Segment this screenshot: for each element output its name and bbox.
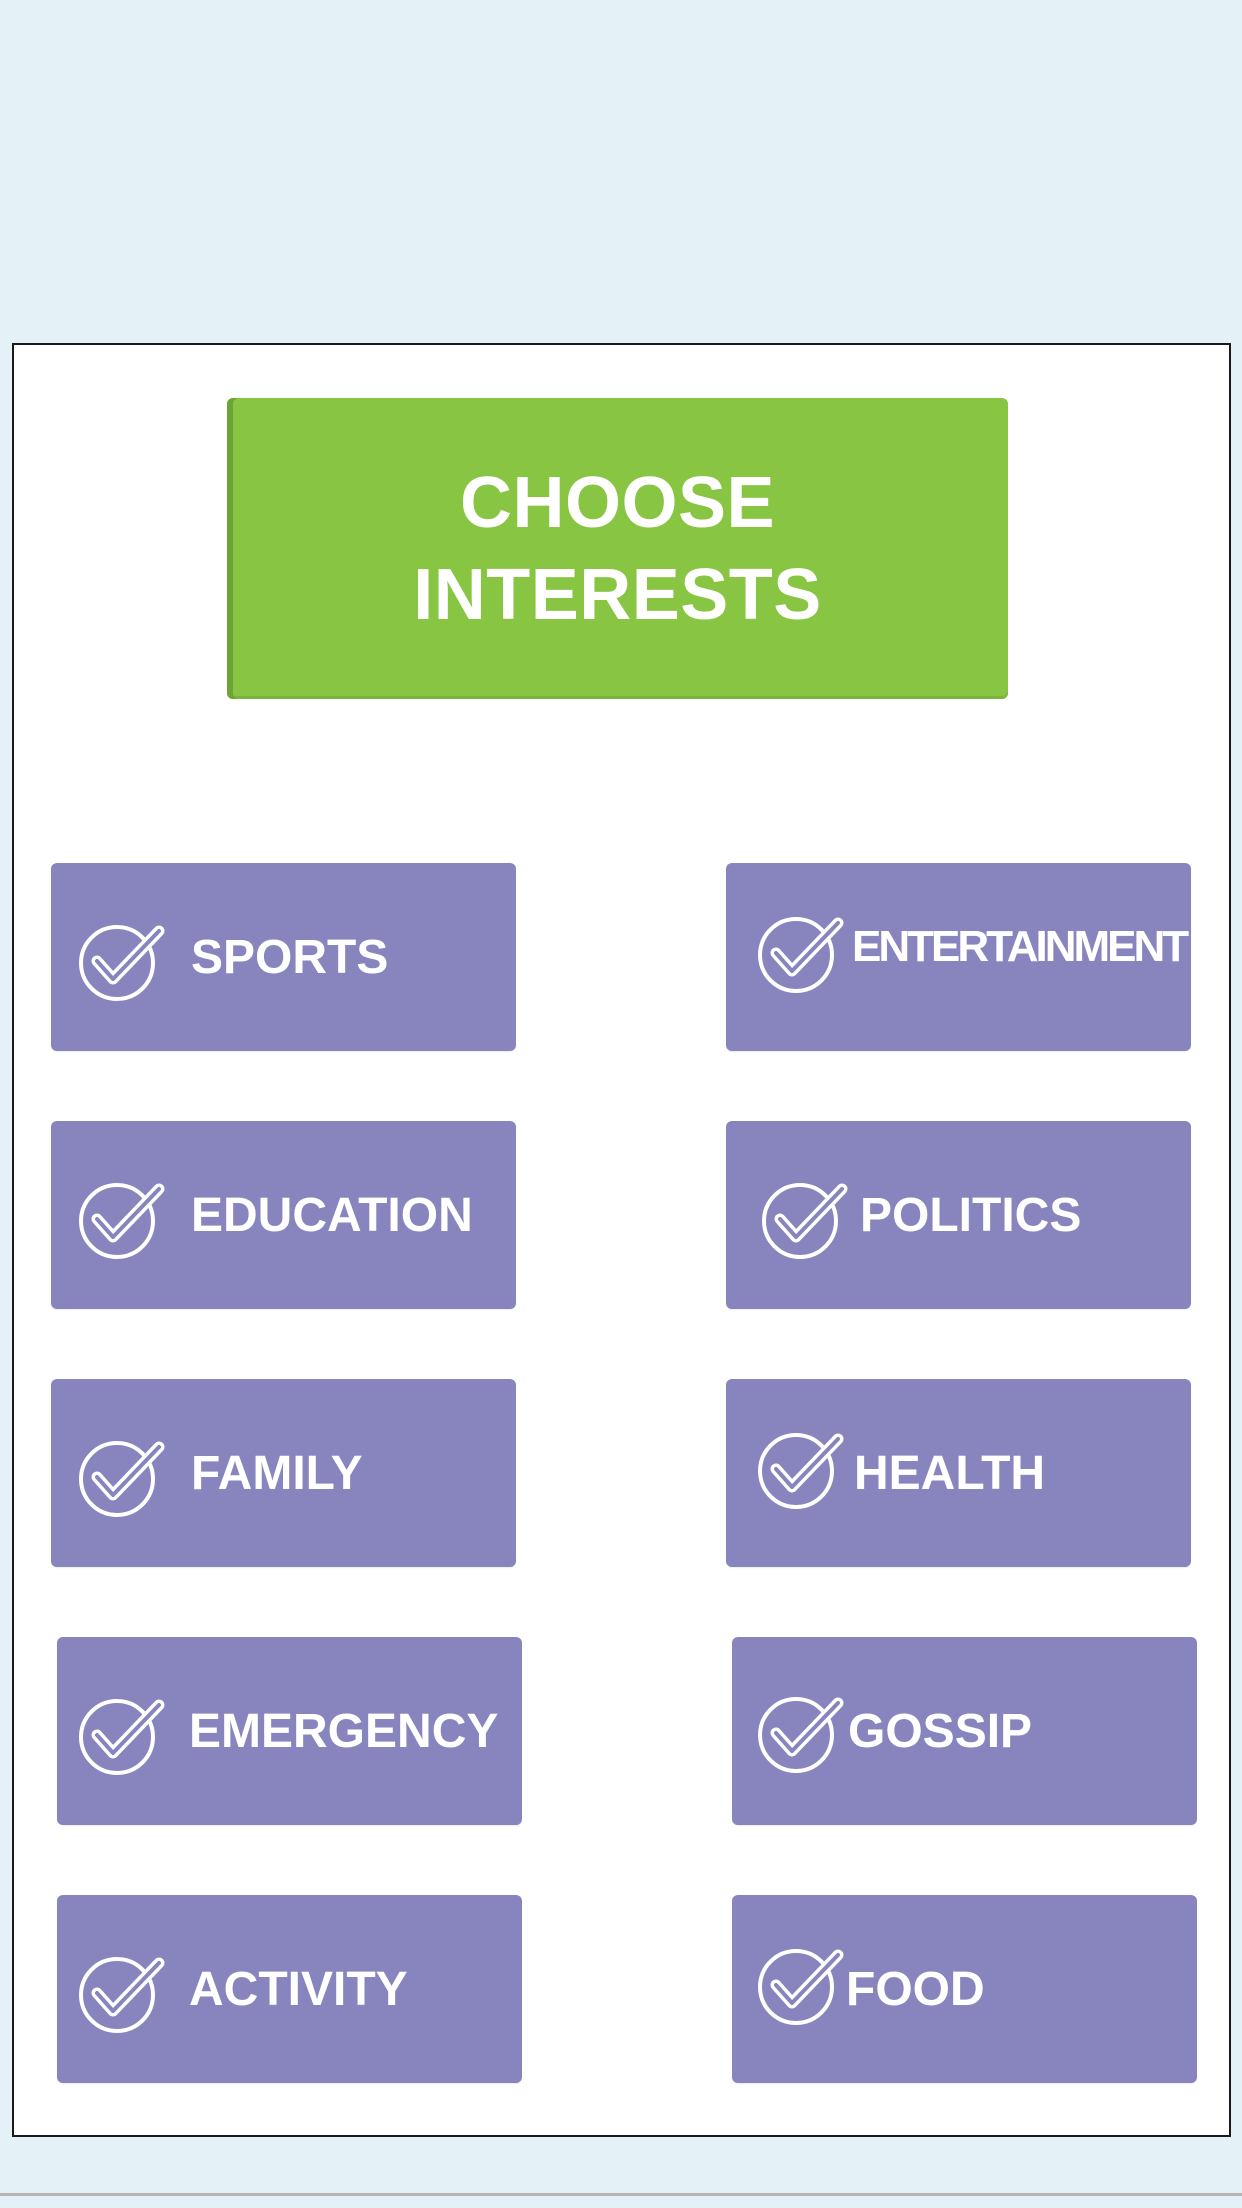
check-circle-icon bbox=[79, 1441, 165, 1517]
interest-button-entertainment[interactable]: ENTERTAINMENT bbox=[726, 863, 1191, 1051]
check-circle-icon bbox=[79, 1957, 165, 2033]
title-banner: CHOOSE INTERESTS bbox=[227, 398, 1008, 699]
check-circle-icon bbox=[79, 1183, 165, 1259]
interest-label: EMERGENCY bbox=[189, 1704, 499, 1758]
interest-label: POLITICS bbox=[860, 1188, 1082, 1242]
interest-label: FOOD bbox=[846, 1962, 985, 2016]
interest-label: ENTERTAINMENT bbox=[852, 922, 1189, 971]
interest-button-family[interactable]: FAMILY bbox=[51, 1379, 516, 1567]
interest-button-food[interactable]: FOOD bbox=[732, 1895, 1197, 2083]
interest-label: SPORTS bbox=[191, 930, 389, 984]
interest-button-emergency[interactable]: EMERGENCY bbox=[57, 1637, 522, 1825]
interest-label: ACTIVITY bbox=[189, 1962, 408, 2016]
check-circle-icon bbox=[758, 1433, 844, 1509]
check-circle-icon bbox=[758, 917, 844, 993]
interest-button-health[interactable]: HEALTH bbox=[726, 1379, 1191, 1567]
check-circle-icon bbox=[79, 1699, 165, 1775]
interest-button-activity[interactable]: ACTIVITY bbox=[57, 1895, 522, 2083]
interest-button-politics[interactable]: POLITICS bbox=[726, 1121, 1191, 1309]
interest-button-gossip[interactable]: GOSSIP bbox=[732, 1637, 1197, 1825]
interest-label: FAMILY bbox=[191, 1446, 363, 1500]
bottom-divider bbox=[0, 2193, 1242, 2196]
interest-button-sports[interactable]: SPORTS bbox=[51, 863, 516, 1051]
page-title: CHOOSE INTERESTS bbox=[413, 462, 822, 635]
interest-label: EDUCATION bbox=[191, 1188, 473, 1242]
check-circle-icon bbox=[758, 1949, 844, 2025]
check-circle-icon bbox=[758, 1697, 844, 1773]
interest-button-education[interactable]: EDUCATION bbox=[51, 1121, 516, 1309]
check-circle-icon bbox=[762, 1183, 848, 1259]
check-circle-icon bbox=[79, 925, 165, 1001]
interest-label: HEALTH bbox=[854, 1446, 1046, 1500]
interest-label: GOSSIP bbox=[848, 1704, 1033, 1758]
